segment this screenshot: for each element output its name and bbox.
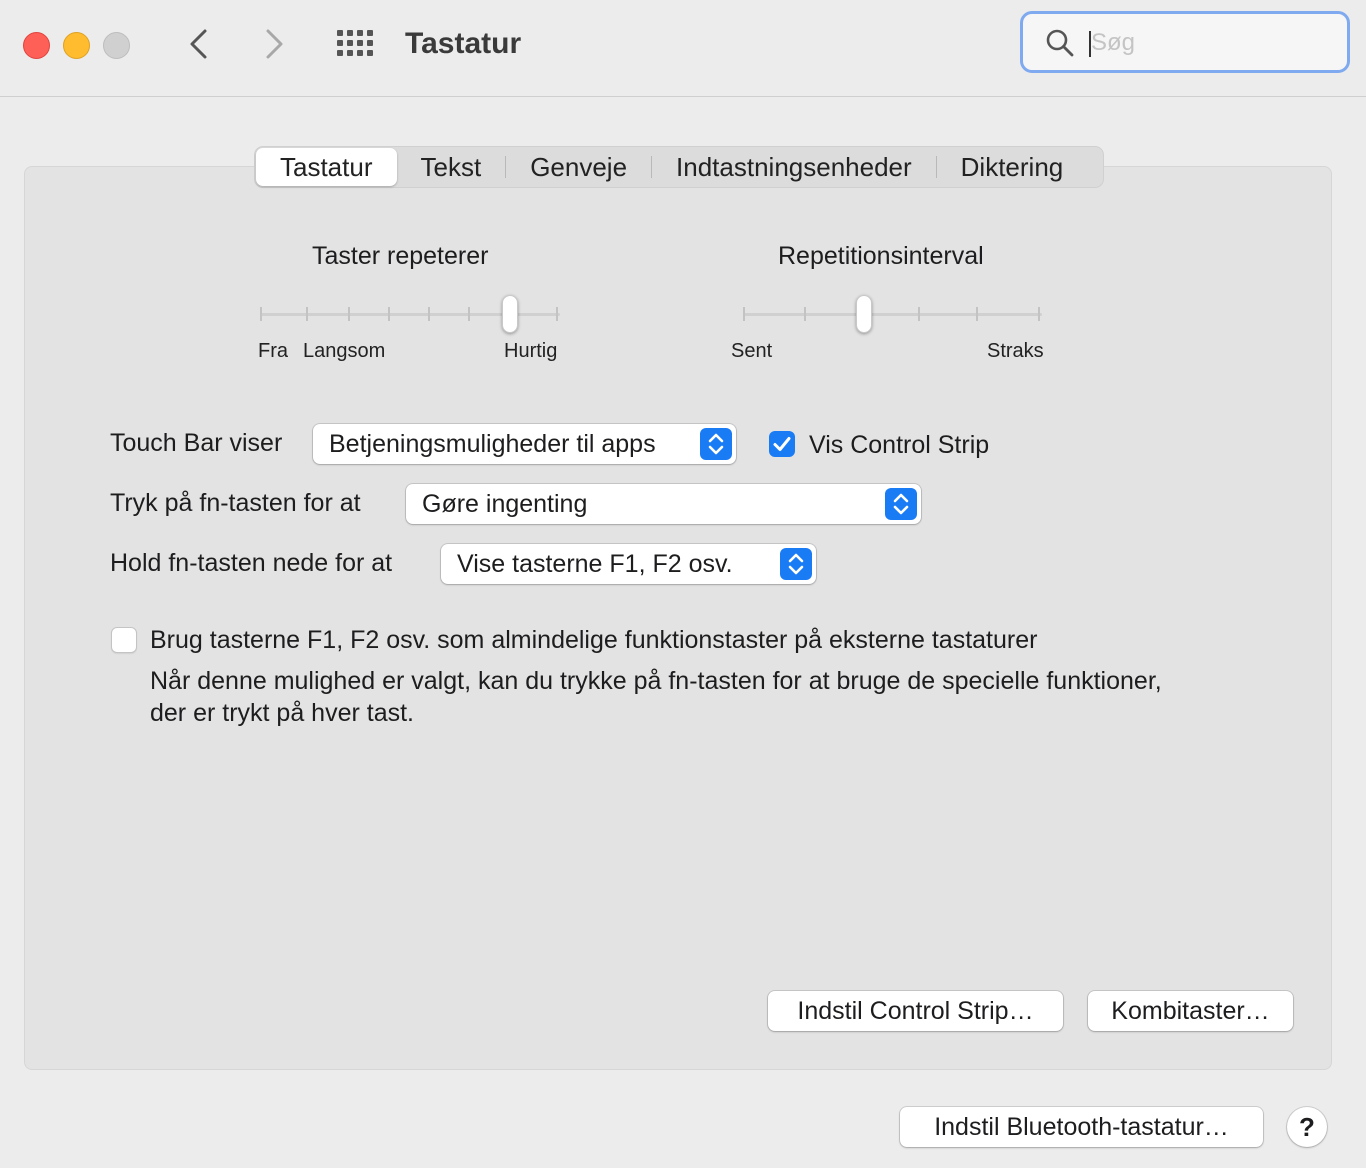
slider-tick	[743, 307, 745, 321]
control-strip-checkbox[interactable]	[769, 431, 795, 457]
window-titlebar: Tastatur	[0, 0, 1366, 97]
fn-press-value: Gøre ingenting	[422, 490, 588, 518]
fn-hold-popup[interactable]: Vise tasterne F1, F2 osv.	[441, 544, 816, 584]
window-title: Tastatur	[405, 27, 522, 60]
search-input[interactable]	[1089, 24, 1333, 62]
fn-hold-label: Hold fn-tasten nede for at	[110, 549, 393, 577]
slider-tick	[306, 307, 308, 321]
key-repeat-label-off: Fra	[258, 340, 288, 362]
key-repeat-label-slow: Langsom	[303, 340, 386, 362]
repeat-delay-label-slow: Sent	[731, 340, 773, 362]
chevron-left-icon	[190, 29, 207, 59]
touch-bar-popup[interactable]: Betjeningsmuligheder til apps	[313, 424, 736, 464]
slider-tick	[1038, 307, 1040, 321]
slider-knob[interactable]	[502, 295, 518, 333]
key-repeat-title: Taster repeterer	[312, 242, 489, 270]
tab-genveje[interactable]: Genveje	[506, 148, 651, 186]
tab-tastatur[interactable]: Tastatur	[256, 148, 397, 186]
close-window-button[interactable]	[23, 32, 50, 59]
slider-tick	[348, 307, 350, 321]
help-button[interactable]: ?	[1287, 1107, 1327, 1147]
tab-diktering[interactable]: Diktering	[937, 148, 1088, 186]
fn-press-popup[interactable]: Gøre ingenting	[406, 484, 921, 524]
function-keys-label[interactable]: Brug tasterne F1, F2 osv. som almindelig…	[150, 624, 1037, 656]
text-caret	[1089, 31, 1091, 57]
minimize-window-button[interactable]	[63, 32, 90, 59]
fn-hold-value: Vise tasterne F1, F2 osv.	[457, 550, 733, 578]
settings-panel	[24, 166, 1332, 1070]
popup-stepper-icon	[780, 548, 812, 580]
repeat-delay-slider[interactable]	[742, 295, 1044, 333]
modifier-keys-button[interactable]: Kombitaster…	[1088, 991, 1293, 1031]
slider-knob[interactable]	[856, 295, 872, 333]
slider-tick	[804, 307, 806, 321]
search-field[interactable]	[1020, 11, 1350, 73]
touch-bar-value: Betjeningsmuligheder til apps	[329, 430, 656, 458]
function-keys-description-line2: der er trykt på hver tast.	[150, 699, 414, 727]
popup-stepper-icon	[700, 428, 732, 460]
slider-tick	[468, 307, 470, 321]
fn-press-label: Tryk på fn-tasten for at	[110, 489, 361, 517]
slider-tick	[976, 307, 978, 321]
search-icon	[1046, 29, 1074, 57]
show-all-button[interactable]	[334, 26, 378, 62]
control-strip-settings-button[interactable]: Indstil Control Strip…	[768, 991, 1063, 1031]
control-strip-label[interactable]: Vis Control Strip	[809, 428, 989, 462]
forward-button[interactable]	[254, 24, 294, 64]
popup-stepper-icon	[885, 488, 917, 520]
function-keys-description-line1: Når denne mulighed er valgt, kan du tryk…	[150, 667, 1162, 695]
chevron-right-icon	[266, 29, 283, 59]
slider-tick	[428, 307, 430, 321]
slider-tick	[556, 307, 558, 321]
key-repeat-label-fast: Hurtig	[504, 340, 558, 362]
function-keys-checkbox[interactable]	[111, 627, 137, 653]
slider-tick	[918, 307, 920, 321]
slider-tick	[260, 307, 262, 321]
tab-bar: Tastatur Tekst Genveje Indtastningsenhed…	[254, 146, 1104, 188]
slider-tick	[388, 307, 390, 321]
bluetooth-keyboard-button[interactable]: Indstil Bluetooth-tastatur…	[900, 1107, 1263, 1147]
touch-bar-label: Touch Bar viser	[110, 429, 283, 457]
back-button[interactable]	[180, 24, 220, 64]
checkmark-icon	[773, 437, 791, 451]
slider-track	[744, 313, 1042, 316]
repeat-delay-title: Repetitionsinterval	[778, 242, 984, 270]
grid-icon	[337, 30, 373, 56]
tab-indtastningsenheder[interactable]: Indtastningsenheder	[652, 148, 936, 186]
zoom-window-button[interactable]	[103, 32, 130, 59]
repeat-delay-label-fast: Straks	[987, 340, 1044, 362]
tab-tekst[interactable]: Tekst	[397, 148, 506, 186]
key-repeat-slider[interactable]	[258, 295, 562, 333]
